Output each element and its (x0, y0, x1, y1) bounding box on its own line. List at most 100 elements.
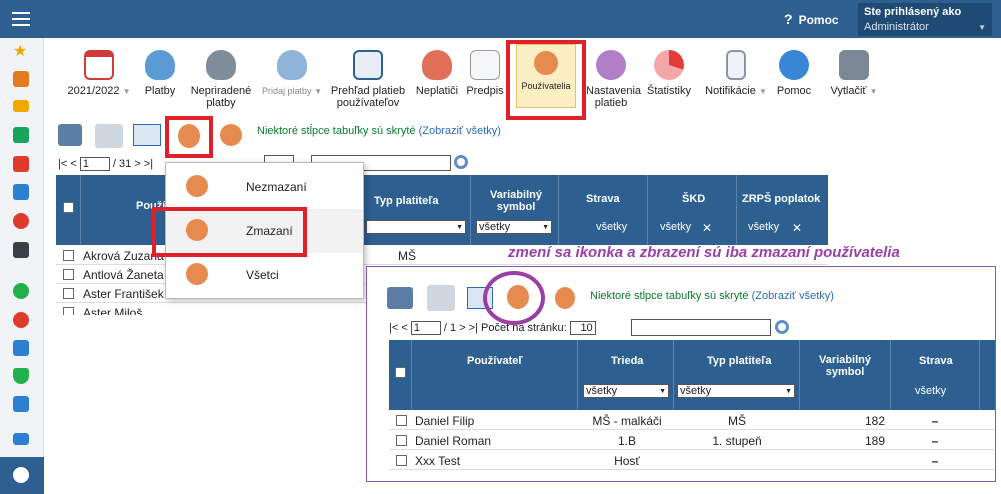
payer-filter-select[interactable] (366, 220, 466, 234)
panel-select-all-checkbox[interactable] (395, 367, 406, 378)
pomoc-button[interactable]: Pomoc (774, 50, 814, 97)
add-user-button[interactable] (220, 124, 242, 146)
panel-col-class-header[interactable]: Trieda (611, 355, 643, 367)
page-select[interactable]: 1 (79, 157, 110, 171)
star-icon[interactable]: ★ (13, 44, 29, 60)
statistiky-button[interactable]: Štatistiky (644, 50, 694, 97)
help-icon: ? (784, 11, 793, 27)
row-name: Antlová Žaneta (83, 268, 164, 282)
row-checkbox[interactable] (396, 435, 407, 446)
phone-icon (726, 50, 746, 80)
open-book-icon[interactable] (13, 433, 29, 445)
panel-page-select[interactable]: 1 (410, 321, 441, 335)
panel-col-payer-header[interactable]: Typ platiteľa (707, 355, 772, 367)
user-filter-button[interactable] (178, 124, 200, 148)
pager-prev[interactable]: |< < (58, 158, 77, 170)
sidebar-bottom-bar (0, 457, 44, 494)
predpis-button[interactable]: Predpis (465, 50, 505, 97)
schedule-icon[interactable] (13, 242, 29, 258)
hamburger-menu-icon[interactable] (12, 12, 30, 26)
dropdown-item-nezmazani[interactable]: Nezmazaní (166, 165, 363, 209)
nastavenia-platieb-button[interactable]: Nastavenia platieb (586, 50, 641, 109)
col-strava-header[interactable]: Strava (586, 193, 620, 205)
grade-icon[interactable] (13, 312, 29, 328)
tools-icon[interactable] (427, 285, 455, 311)
year-button[interactable]: 2021/2022 ▼ (64, 50, 134, 98)
user-box[interactable]: Ste prihlásený ako Administrátor ▼ (858, 3, 992, 36)
shield-icon[interactable] (13, 368, 29, 384)
chat-icon[interactable] (13, 467, 29, 483)
panel-pager-next[interactable]: > >| (459, 322, 478, 334)
tools-icon[interactable] (95, 124, 123, 148)
panel-search-input[interactable] (631, 319, 771, 336)
row-vs: 182 (864, 414, 885, 428)
wand-icon[interactable] (13, 71, 29, 87)
chart-icon[interactable] (13, 396, 29, 412)
panel-strava-filter[interactable]: všetky (915, 385, 946, 397)
home-icon[interactable] (13, 127, 29, 143)
show-all-link[interactable]: (Zobraziť všetky) (419, 125, 501, 137)
select-all-checkbox[interactable] (63, 202, 74, 213)
neplatici-button[interactable]: Neplatiči (414, 50, 460, 97)
pager-next[interactable]: > >| (134, 158, 153, 170)
pridaj-platby-button[interactable]: Pridaj platby ▼ (260, 50, 324, 98)
gear-icon (596, 50, 626, 80)
panel-table-row[interactable]: Xxx Test Hosť – (389, 451, 995, 470)
row-checkbox[interactable] (396, 455, 407, 466)
panel-show-all-link[interactable]: (Zobraziť všetky) (752, 290, 834, 302)
hidden-columns-notice: Niektoré stĺpce tabuľky sú skryté (Zobra… (257, 125, 501, 137)
col-payer-header[interactable]: Typ platiteľa (374, 195, 439, 207)
page-total: / 31 (112, 158, 132, 170)
col-zrps-header[interactable]: ZRPŠ poplatok (742, 193, 820, 205)
col-var-header[interactable]: Variabilný symbol (476, 189, 556, 213)
strava-filter[interactable]: všetky (596, 221, 627, 233)
row-checkbox[interactable] (396, 415, 407, 426)
money-bag-euro-icon (145, 50, 175, 80)
help-link[interactable]: ? Pomoc (784, 11, 839, 27)
mail-icon[interactable] (13, 100, 29, 112)
row-checkbox[interactable] (63, 269, 74, 280)
panel-col-strava-header[interactable]: Strava (919, 355, 953, 367)
panel-col-var-header[interactable]: Variabilný symbol (811, 354, 879, 378)
dropdown-item-vsetci[interactable]: Všetci (166, 253, 363, 297)
check-circle-icon[interactable] (13, 283, 29, 299)
briefcase-icon[interactable] (13, 340, 29, 356)
columns-icon[interactable] (133, 124, 161, 146)
user-icon[interactable] (13, 213, 29, 229)
row-vs: 189 (864, 434, 885, 448)
panel-table-row[interactable]: Daniel Roman 1.B 1. stupeň 189 – (389, 431, 995, 450)
nepriradene-platby-button[interactable]: Nepriradené platby (186, 50, 256, 109)
panel-class-filter-select[interactable]: všetky (583, 384, 669, 398)
col-skd-header[interactable]: ŠKD (682, 193, 705, 205)
pouzivatelia-button[interactable]: Používatelia (516, 44, 576, 108)
vytlacit-button[interactable]: Vytlačiť ▼ (824, 50, 884, 98)
row-checkbox[interactable] (63, 307, 74, 315)
chevron-down-icon: ▼ (122, 87, 131, 96)
skd-filter[interactable]: všetky (660, 221, 691, 233)
panel-search-icon[interactable] (775, 320, 789, 334)
user-deleted-filter-button[interactable] (507, 285, 529, 309)
platby-button[interactable]: Platby (140, 50, 180, 97)
panel-hidden-columns-notice: Niektoré stĺpce tabuľky sú skryté (Zobra… (590, 290, 834, 302)
panel-col-user-header[interactable]: Používateľ (467, 355, 523, 367)
panel-payer-filter-select[interactable]: všetky (677, 384, 795, 398)
toolbar: 2021/2022 ▼ Platby Nepriradené platby Pri… (44, 38, 1001, 120)
zrps-filter[interactable]: všetky (748, 221, 779, 233)
save-icon[interactable] (387, 287, 413, 309)
zrps-tools-icon[interactable]: ✕ (792, 221, 802, 235)
panel-pager-prev[interactable]: |< < (389, 322, 408, 334)
book-icon[interactable] (13, 184, 29, 200)
row-checkbox[interactable] (63, 288, 74, 299)
skd-tools-icon[interactable]: ✕ (702, 221, 712, 235)
notifikacie-button[interactable]: Notifikácie ▼ (700, 50, 772, 98)
chevron-down-icon: ▼ (869, 87, 878, 96)
save-icon[interactable] (58, 124, 82, 146)
calendar-icon[interactable] (13, 156, 29, 172)
search-icon[interactable] (454, 155, 468, 169)
var-filter-select[interactable]: všetky (476, 220, 552, 234)
prehlad-platieb-button[interactable]: Prehľad platieb používateľov (328, 50, 408, 109)
row-checkbox[interactable] (63, 250, 74, 261)
add-user-button[interactable] (555, 287, 575, 309)
panel-table-row[interactable]: Daniel Filip MŠ - malkáči MŠ 182 – (389, 411, 995, 430)
panel-per-page-input[interactable]: 10 (569, 321, 596, 335)
